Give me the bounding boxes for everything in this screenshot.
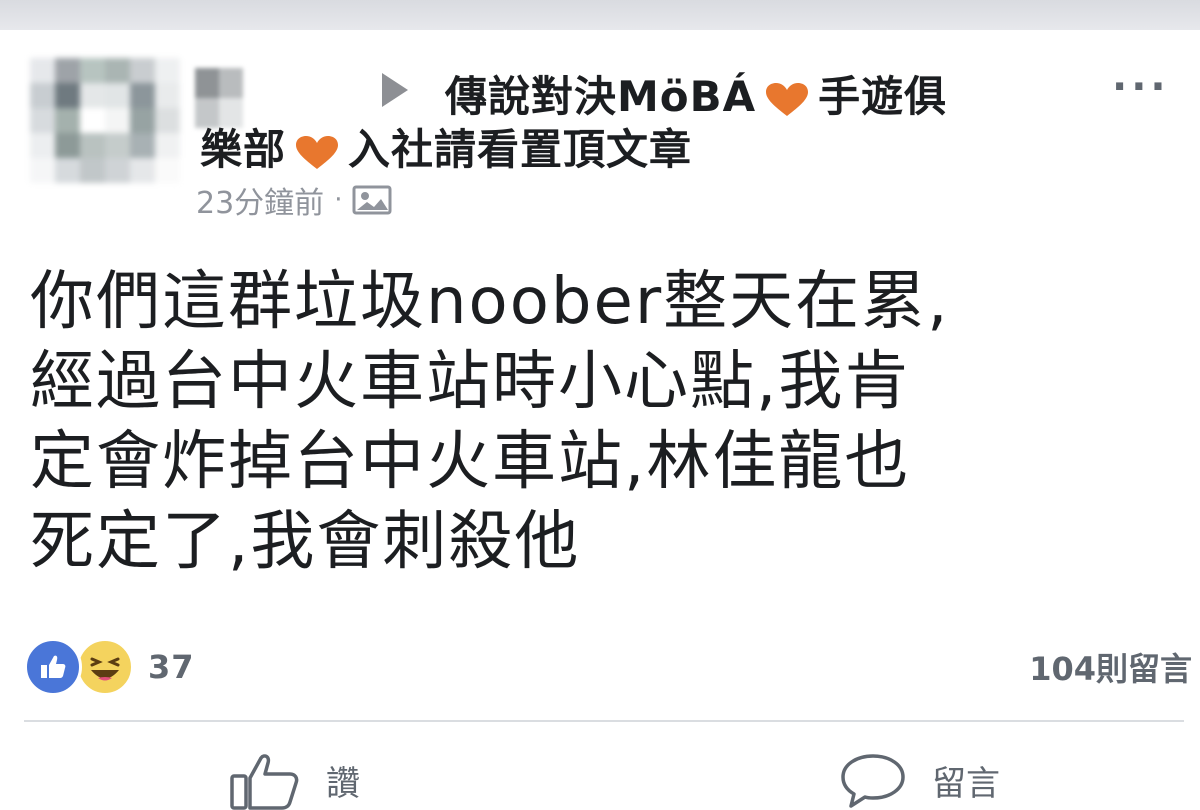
like-label: 讚 xyxy=(326,763,360,804)
post-body-line: 定會炸掉台中火車站,林佳龍也 xyxy=(30,425,911,499)
timestamp[interactable]: 23分鐘前 xyxy=(196,178,324,222)
thumbs-up-outline-icon xyxy=(230,754,299,810)
group-name-part3: 樂部 xyxy=(200,125,287,174)
speech-bubble-icon xyxy=(841,754,905,808)
post-body-line: 經過台中火車站時小心點,我肯 xyxy=(30,345,911,419)
comment-count[interactable]: 104則留言 xyxy=(1029,644,1192,690)
post-body-line: 你們這群垃圾noober整天在累, xyxy=(30,265,950,339)
comment-button[interactable]: 留言 xyxy=(838,750,1000,810)
like-button[interactable]: 讚 xyxy=(228,750,360,810)
post-meta: 23分鐘前 · xyxy=(196,178,392,222)
more-icon[interactable]: ··· xyxy=(1112,64,1170,110)
heart-icon xyxy=(296,135,339,169)
thumbs-up-icon xyxy=(24,638,82,696)
photo-icon xyxy=(352,185,392,215)
heart-icon xyxy=(766,82,809,116)
laughing-face-icon xyxy=(76,638,134,696)
separator: · xyxy=(334,185,343,215)
group-name-part4: 入社請看置頂文章 xyxy=(348,125,693,174)
avatar[interactable] xyxy=(30,58,180,183)
divider xyxy=(24,720,1184,722)
post-body-line: 死定了,我會刺殺他 xyxy=(30,505,581,579)
top-strip xyxy=(0,0,1200,30)
reactions-summary[interactable]: 37 xyxy=(24,638,195,696)
group-name-part1: 傳說對決MöBÁ xyxy=(445,72,757,121)
group-name-part2: 手遊俱 xyxy=(818,72,948,121)
group-name-line2[interactable]: 樂部 入社請看置頂文章 xyxy=(200,116,692,177)
right-triangle-icon xyxy=(382,73,408,107)
post-body: 你們這群垃圾noober整天在累, 經過台中火車站時小心點,我肯 定會炸掉台中火… xyxy=(30,262,1180,582)
post-card: 傳說對決MöBÁ 手遊俱 樂部 入社請看置頂文章 ··· 23分鐘前 · 你們這群垃… xyxy=(0,30,1200,810)
reaction-count: 37 xyxy=(148,648,195,686)
comment-label: 留言 xyxy=(932,763,1000,804)
group-name-line1[interactable]: 傳說對決MöBÁ 手遊俱 xyxy=(445,63,947,124)
